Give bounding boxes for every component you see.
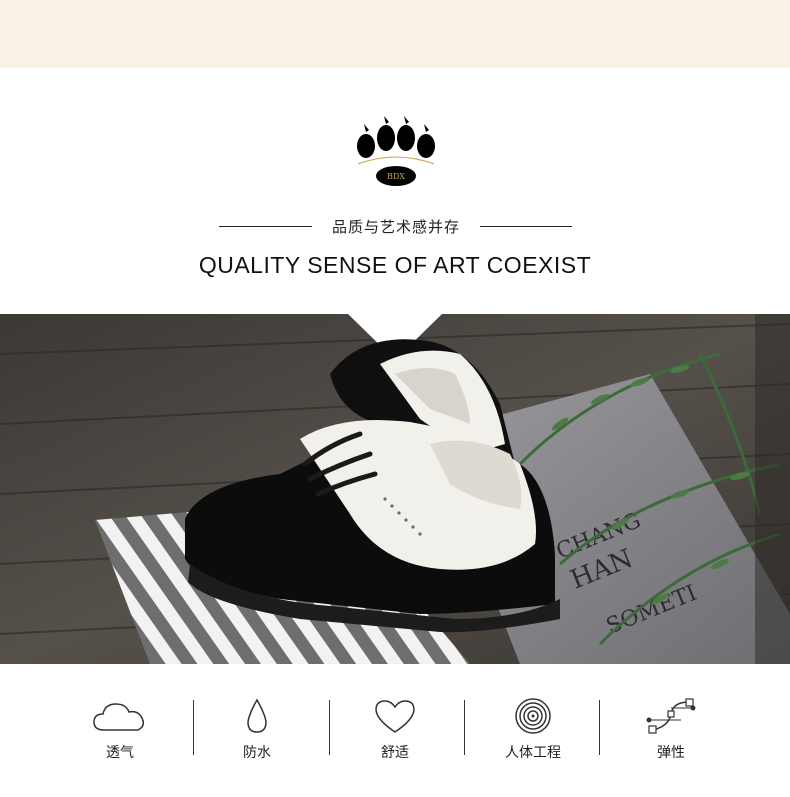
feature-breathable: 透气 [60,690,180,770]
feature-divider [599,700,600,755]
feature-label: 防水 [243,745,271,761]
feature-divider [329,700,330,755]
water-drop-icon [247,698,267,733]
brand-logo: BDX [357,116,435,186]
feature-label: 人体工程 [505,745,561,761]
features-row: 透气 防水 舒适 人体工程 弹性 [0,690,790,770]
subtitle: 品质与艺术感并存 [331,218,460,236]
fingerprint-icon [515,698,551,734]
top-banner [0,0,790,68]
brand-logo-text: BDX [387,172,405,181]
subtitle-row: 品质与艺术感并存 [0,216,790,238]
feature-label: 弹性 [657,745,685,761]
divider-line-right [480,226,572,227]
feature-divider [193,700,194,755]
feature-divider [464,700,465,755]
cloud-icon [93,703,145,731]
feature-ergonomic: 人体工程 [473,690,593,770]
feature-waterproof: 防水 [197,690,317,770]
feature-elastic: 弹性 [611,690,731,770]
divider-line-left [219,226,312,227]
feature-label: 透气 [106,745,134,761]
feature-label: 舒适 [381,745,409,761]
feature-comfort: 舒适 [335,690,455,770]
bezier-curve-icon [646,698,696,734]
headline: QUALITY SENSE OF ART COEXIST [198,252,592,278]
heart-icon [375,700,415,733]
product-photo: CHANG SOMETI HAN [0,314,790,664]
